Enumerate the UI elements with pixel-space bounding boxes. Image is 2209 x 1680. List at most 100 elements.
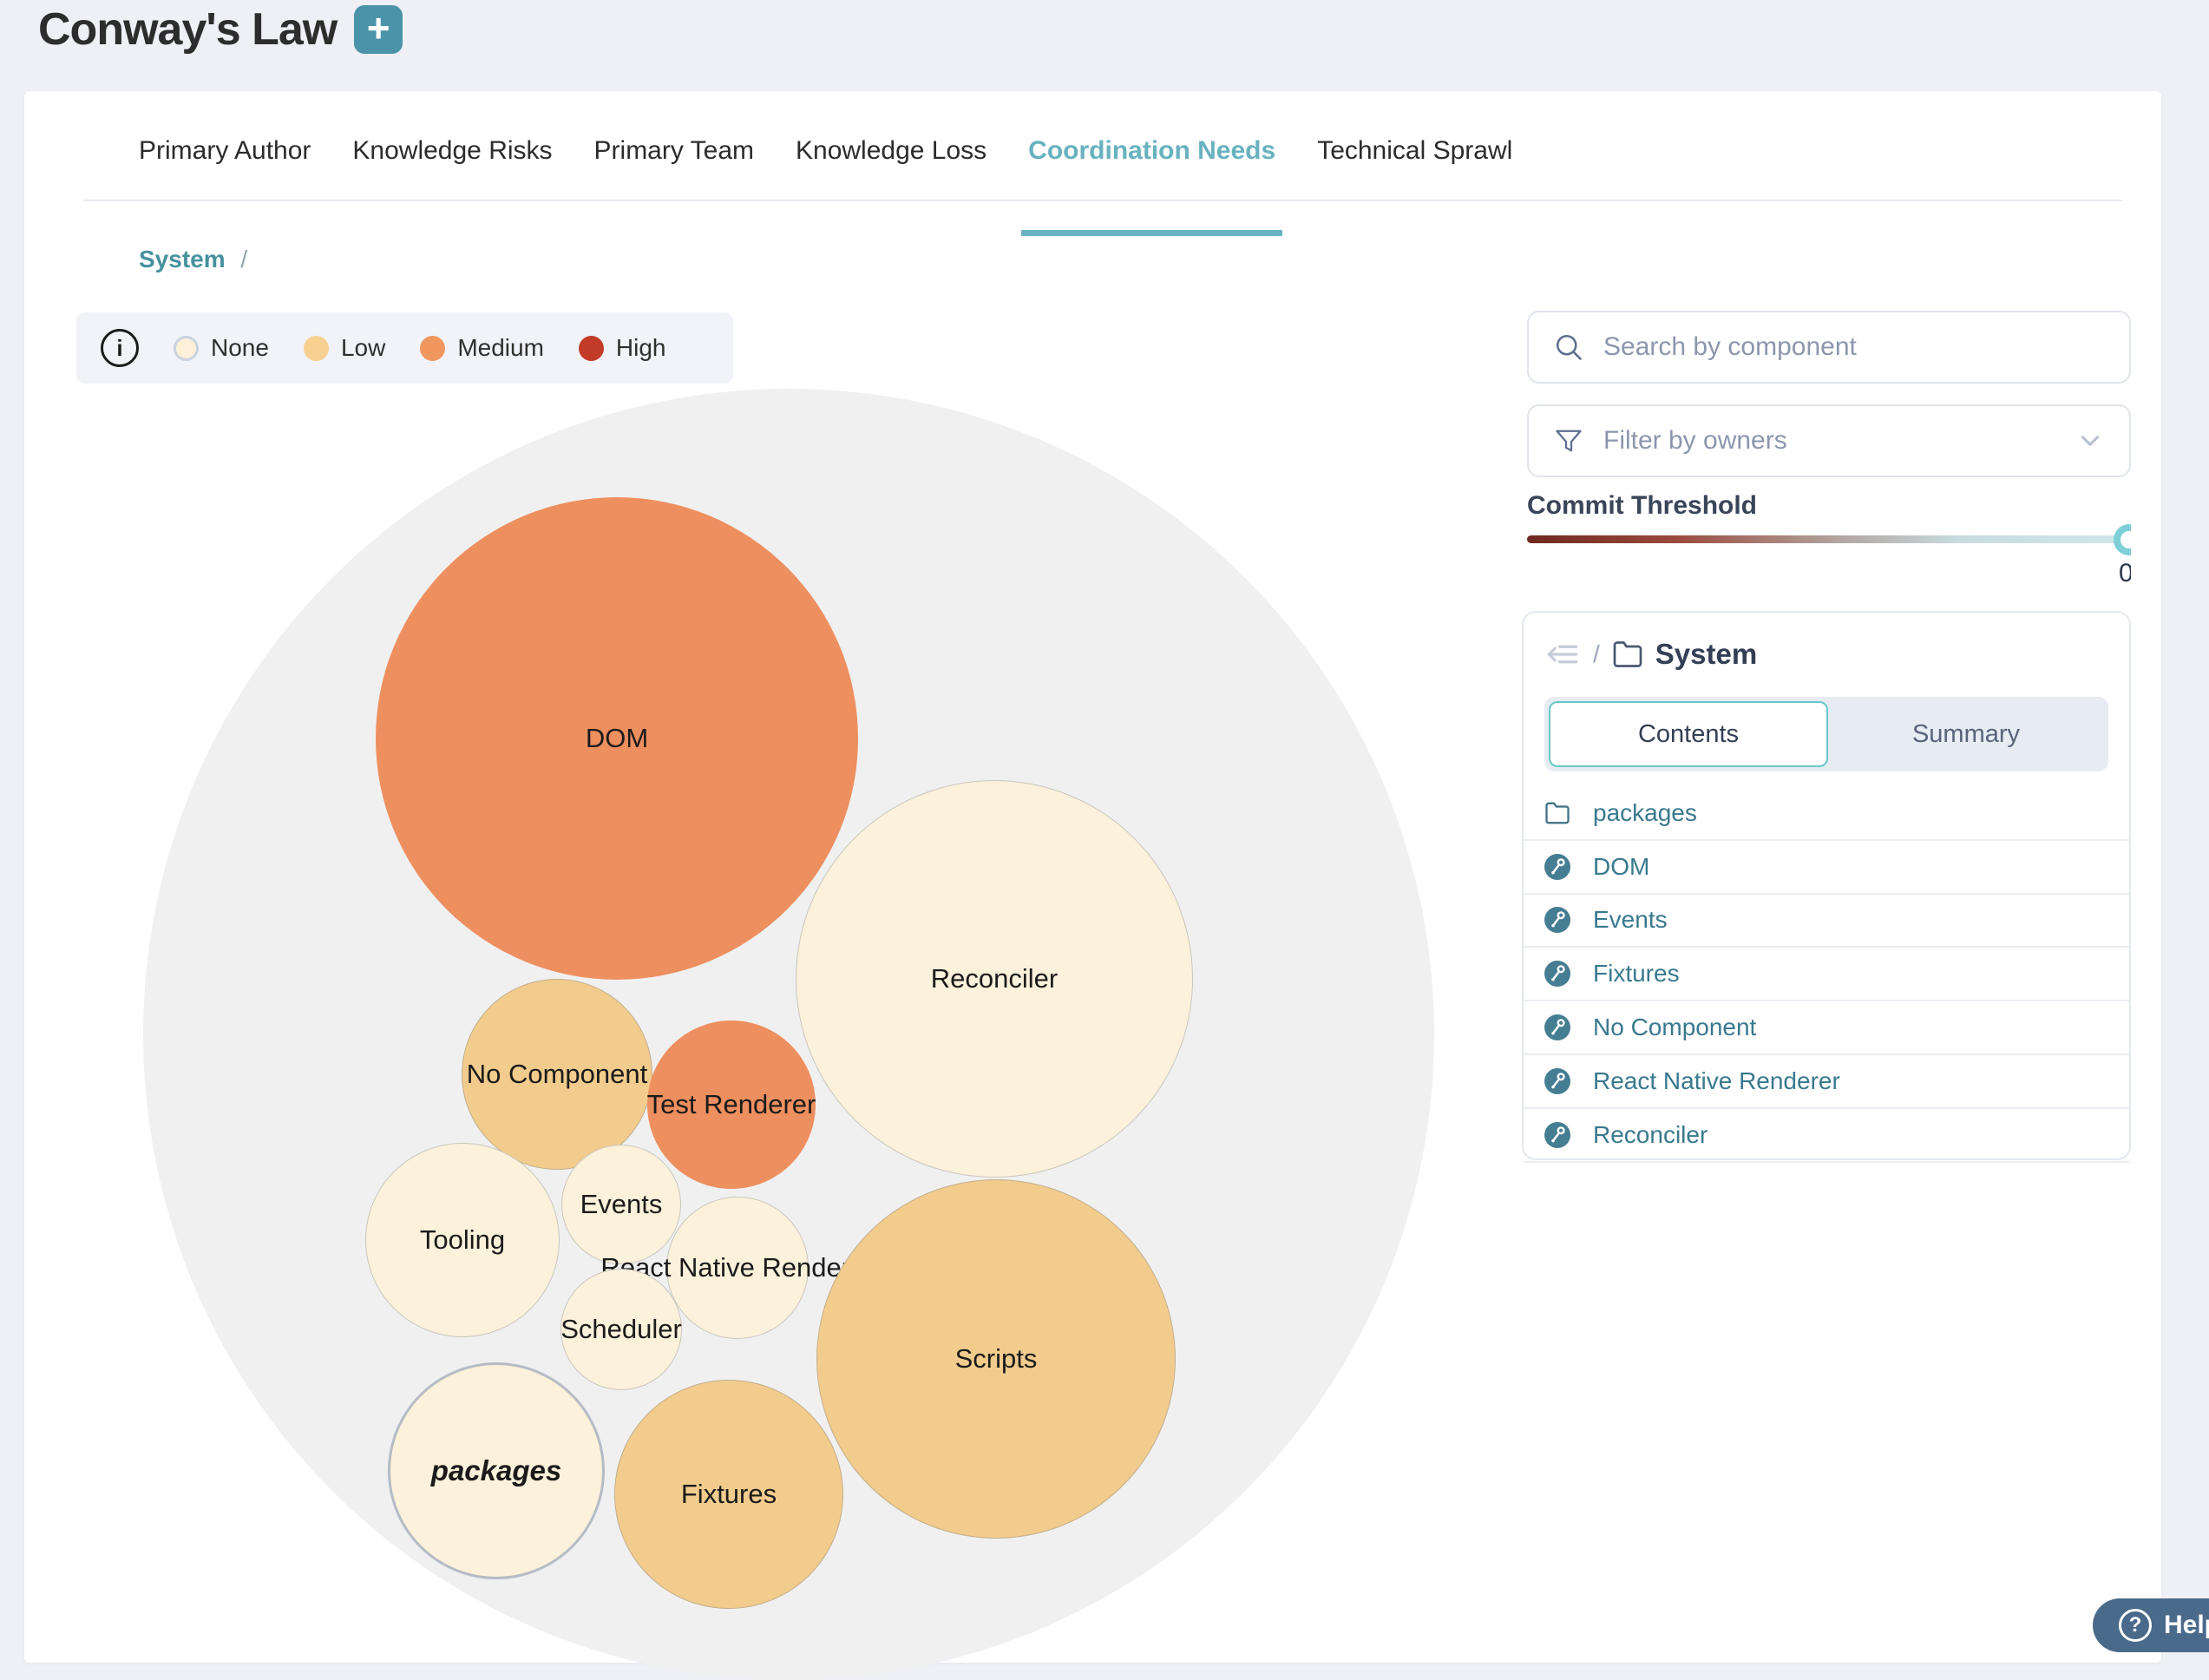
system-panel: / System Contents Summary packages DOM Eve… — [1522, 611, 2131, 1160]
panel-tabs: Contents Summary — [1544, 697, 2108, 771]
list-item-no-component[interactable]: No Component — [1524, 1001, 2129, 1055]
legend-dot-high — [579, 336, 604, 361]
legend-item-high: High — [579, 334, 666, 362]
owner-filter[interactable]: Filter by owners — [1527, 404, 2131, 477]
collapse-back-icon[interactable] — [1544, 636, 1581, 673]
legend-dot-none — [174, 336, 199, 361]
bubble-label: Reconciler — [931, 963, 1058, 994]
tab-label: Knowledge Loss — [796, 136, 987, 165]
list-item-packages[interactable]: packages — [1524, 787, 2129, 841]
list-item-events[interactable]: Events — [1524, 895, 2129, 948]
tab-contents-label: Contents — [1638, 720, 1739, 749]
list-item-label: packages — [1593, 799, 1697, 827]
list-item-dom[interactable]: DOM — [1524, 841, 2129, 895]
bubble-label: No Component — [467, 1059, 648, 1090]
legend-items: None Low Medium High — [174, 334, 666, 362]
component-branch-icon — [1544, 1014, 1570, 1040]
bubble-label: Scheduler — [560, 1314, 682, 1345]
breadcrumb-system-link[interactable]: System — [139, 246, 226, 272]
bubble-packages[interactable]: packages — [388, 1362, 605, 1579]
tab-summary-label: Summary — [1912, 720, 2020, 749]
slider-track[interactable] — [1527, 535, 2129, 543]
system-panel-header: / System — [1524, 613, 2129, 670]
contents-list: packages DOM Events Fixtures No Component Rea… — [1524, 787, 2129, 1163]
legend-label: High — [616, 334, 666, 362]
list-item-label: React Native Renderer — [1593, 1067, 1840, 1095]
legend-dot-medium — [420, 336, 445, 361]
bubble-test-renderer[interactable]: Test Renderer — [647, 1020, 816, 1189]
slider-value: 0 — [2119, 559, 2131, 588]
question-mark-icon: ? — [2119, 1609, 2152, 1642]
component-branch-icon — [1544, 1068, 1570, 1094]
list-item-label: Events — [1593, 906, 1668, 934]
search-input[interactable] — [1603, 332, 2105, 362]
bubble-scheduler[interactable]: Scheduler — [560, 1269, 682, 1390]
legend-item-none: None — [174, 334, 269, 362]
bubble-events[interactable]: Events — [561, 1145, 681, 1264]
component-branch-icon — [1544, 854, 1570, 880]
help-button[interactable]: ? Help — [2093, 1598, 2209, 1652]
tab-bar: Primary Author Knowledge Risks Primary Tea… — [83, 113, 2122, 201]
list-item-label: Fixtures — [1593, 960, 1680, 988]
tab-technical-sprawl[interactable]: Technical Sprawl — [1317, 135, 1512, 200]
legend-item-low: Low — [304, 334, 385, 362]
bubble-label: packages — [431, 1454, 561, 1487]
bubble-react-native-renderer[interactable]: React Native Renderer — [666, 1197, 809, 1339]
bubble-fixtures[interactable]: Fixtures — [614, 1380, 843, 1609]
bubble-label: Fixtures — [681, 1479, 777, 1510]
component-branch-icon — [1544, 907, 1570, 933]
list-item-label: No Component — [1593, 1014, 1756, 1041]
active-tab-underline — [1021, 230, 1282, 236]
bubble-scripts[interactable]: Scripts — [816, 1179, 1176, 1539]
commit-threshold-label: Commit Threshold — [1527, 491, 1757, 521]
panel-path-separator: / — [1593, 640, 1600, 668]
tab-knowledge-risks[interactable]: Knowledge Risks — [352, 135, 552, 200]
breadcrumb-separator: / — [240, 246, 247, 272]
page-title: Conway's Law — [38, 3, 337, 56]
folder-icon — [1544, 800, 1570, 826]
tab-label: Primary Team — [594, 136, 754, 165]
bubble-reconciler[interactable]: Reconciler — [796, 780, 1193, 1178]
bubble-tooling[interactable]: Tooling — [365, 1143, 560, 1337]
app-header: Conway's Law + — [38, 3, 403, 56]
coordination-legend: i None Low Medium High — [76, 312, 733, 384]
list-item-react-native-renderer[interactable]: React Native Renderer — [1524, 1055, 2129, 1109]
bubble-label: Tooling — [420, 1224, 505, 1256]
list-item-reconciler[interactable]: Reconciler — [1524, 1109, 2129, 1163]
list-item-label: Reconciler — [1593, 1121, 1708, 1149]
filter-funnel-icon — [1553, 425, 1584, 456]
breadcrumb: System / — [139, 246, 247, 273]
filter-placeholder: Filter by owners — [1603, 426, 2056, 456]
list-item-label: DOM — [1593, 853, 1649, 881]
component-branch-icon — [1544, 1122, 1570, 1148]
slider-thumb[interactable] — [2114, 524, 2131, 555]
bubble-label: Events — [580, 1189, 663, 1220]
legend-label: None — [211, 334, 269, 362]
commit-threshold-slider: 0 — [1525, 521, 2131, 590]
component-search[interactable] — [1527, 311, 2131, 384]
folder-icon — [1612, 639, 1643, 670]
tab-primary-author[interactable]: Primary Author — [139, 135, 311, 200]
help-label: Help — [2164, 1611, 2209, 1640]
bubble-label: DOM — [586, 723, 648, 754]
legend-item-medium: Medium — [420, 334, 544, 362]
tab-summary[interactable]: Summary — [1828, 701, 2104, 767]
bubble-label: Test Renderer — [647, 1089, 816, 1120]
tab-primary-team[interactable]: Primary Team — [594, 135, 754, 200]
tab-label: Technical Sprawl — [1317, 136, 1512, 165]
tab-label: Knowledge Risks — [352, 136, 552, 165]
tab-knowledge-loss[interactable]: Knowledge Loss — [796, 135, 987, 200]
bubble-label: Scripts — [955, 1343, 1038, 1375]
bubble-dom[interactable]: DOM — [376, 497, 858, 980]
legend-dot-low — [304, 336, 329, 361]
panel-title: System — [1655, 638, 1757, 671]
tab-contents[interactable]: Contents — [1549, 701, 1828, 767]
tab-coordination-needs[interactable]: Coordination Needs — [1028, 135, 1275, 200]
info-icon[interactable]: i — [101, 329, 139, 367]
tab-label: Coordination Needs — [1028, 136, 1275, 165]
component-branch-icon — [1544, 961, 1570, 987]
list-item-fixtures[interactable]: Fixtures — [1524, 948, 2129, 1001]
bubble-no-component[interactable]: No Component — [462, 979, 652, 1170]
add-button[interactable]: + — [354, 5, 403, 54]
legend-label: Low — [341, 334, 385, 362]
